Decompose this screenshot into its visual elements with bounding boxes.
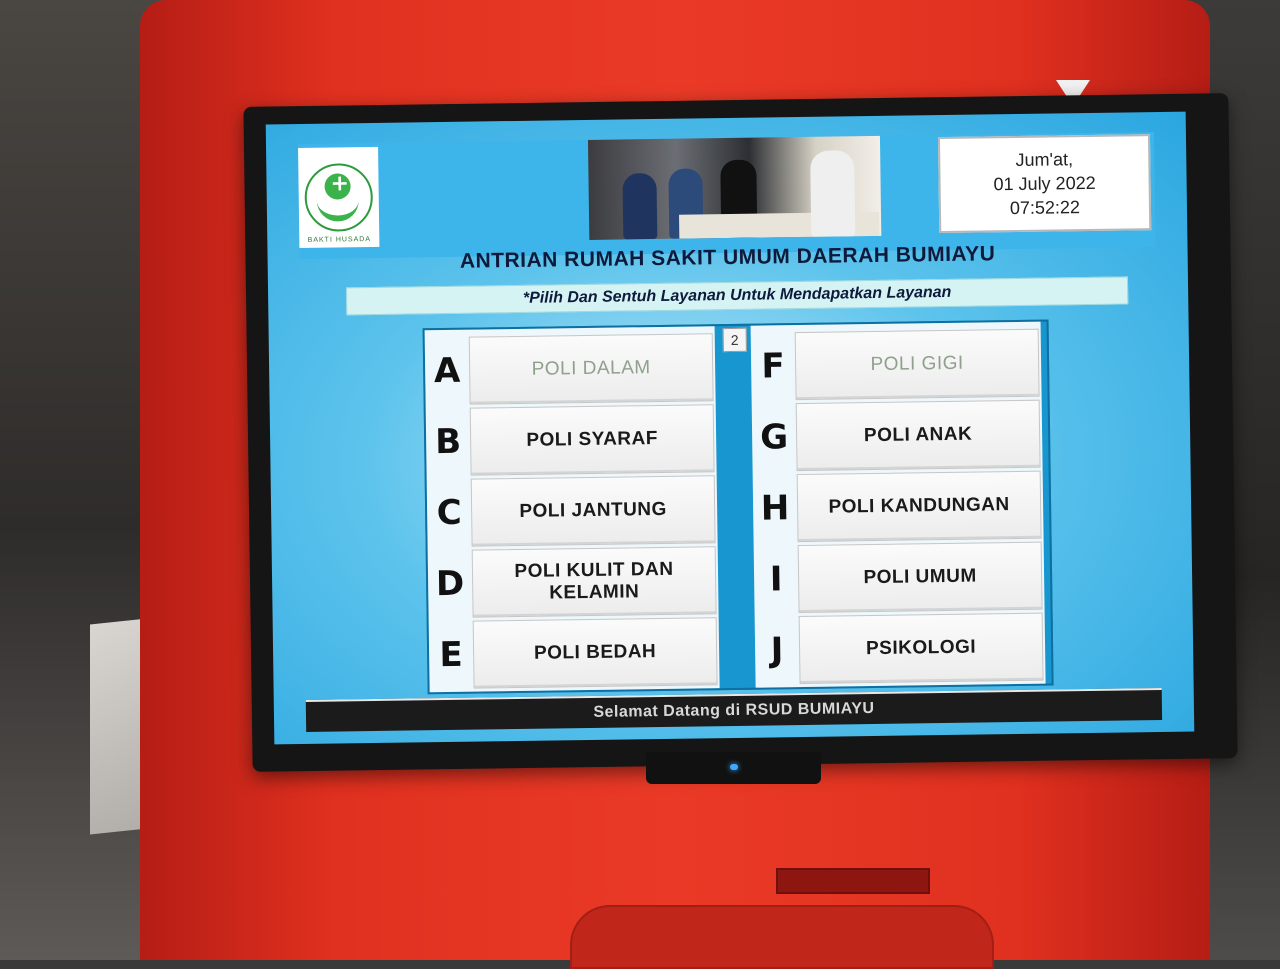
welcome-ticker: Selamat Datang di RSUD BUMIAYU: [305, 687, 1163, 732]
service-button-g[interactable]: POLI ANAK: [795, 399, 1041, 472]
service-row-h[interactable]: H POLI KANDUNGAN: [753, 470, 1044, 544]
service-row-a[interactable]: A POLI DALAM: [425, 332, 716, 406]
instruction-banner: *Pilih Dan Sentuh Layanan Untuk Mendapat…: [345, 276, 1129, 316]
service-row-c[interactable]: C POLI JANTUNG: [427, 474, 718, 548]
service-row-d[interactable]: D POLI KULIT DAN KELAMIN: [428, 545, 719, 619]
service-row-e[interactable]: E POLI BEDAH: [429, 616, 720, 690]
power-led-icon: [730, 764, 738, 770]
service-letter: H: [760, 488, 790, 529]
clock-label: 07:52:22: [1009, 197, 1081, 219]
kiosk-vent: [570, 905, 994, 969]
service-row-i[interactable]: I POLI UMUM: [754, 541, 1045, 615]
service-panel: A POLI DALAM B POLI SYARAF C POLI JANTUNG D POL…: [422, 319, 1054, 695]
service-letter: I: [769, 559, 783, 600]
camera-bar: [646, 752, 821, 784]
service-letter: J: [770, 630, 784, 671]
welcome-text: Selamat Datang di RSUD BUMIAYU: [593, 700, 875, 721]
service-letter: B: [434, 421, 462, 463]
service-button-e[interactable]: POLI BEDAH: [472, 617, 718, 689]
day-label: Jum'at,: [1015, 149, 1074, 170]
date-time-display: Jum'at, 01 July 2022 07:52:22: [937, 134, 1152, 234]
ticket-slot: [776, 868, 930, 894]
service-button-f[interactable]: POLI GIGI: [794, 328, 1040, 401]
service-button-d[interactable]: POLI KULIT DAN KELAMIN: [471, 546, 717, 618]
service-letter: G: [759, 417, 789, 458]
service-letter: C: [436, 492, 462, 534]
service-letter: D: [435, 563, 465, 605]
service-button-i[interactable]: POLI UMUM: [797, 541, 1043, 614]
service-column-left: A POLI DALAM B POLI SYARAF C POLI JANTUNG D POL…: [424, 326, 720, 693]
service-letter: E: [439, 634, 464, 676]
service-letter: F: [761, 346, 786, 387]
service-button-h[interactable]: POLI KANDUNGAN: [796, 470, 1042, 543]
service-row-f[interactable]: F POLI GIGI: [751, 328, 1042, 402]
service-row-j[interactable]: J PSIKOLOGI: [755, 612, 1046, 686]
service-column-right: F POLI GIGI G POLI ANAK H POLI KANDUNGAN I POLI…: [750, 321, 1046, 688]
hospital-logo: BAKTI HUSADA: [298, 146, 380, 248]
service-button-j[interactable]: PSIKOLOGI: [798, 612, 1044, 685]
service-letter: A: [433, 350, 461, 392]
staff-photo: [587, 135, 882, 240]
bakti-husada-logo-icon: [304, 162, 374, 232]
service-button-c[interactable]: POLI JANTUNG: [470, 475, 716, 547]
service-row-g[interactable]: G POLI ANAK: [752, 399, 1043, 473]
instruction-text: *Pilih Dan Sentuh Layanan Untuk Mendapat…: [522, 283, 952, 307]
service-button-b[interactable]: POLI SYARAF: [469, 404, 715, 476]
logo-text: BAKTI HUSADA: [307, 235, 372, 244]
date-label: 01 July 2022: [993, 172, 1096, 195]
service-row-b[interactable]: B POLI SYARAF: [426, 403, 717, 477]
service-button-a[interactable]: POLI DALAM: [468, 333, 714, 405]
page-number: 2: [722, 327, 747, 353]
kiosk-screen: BAKTI HUSADA Jum'at, 01 July 2022 07:52:…: [265, 111, 1195, 745]
